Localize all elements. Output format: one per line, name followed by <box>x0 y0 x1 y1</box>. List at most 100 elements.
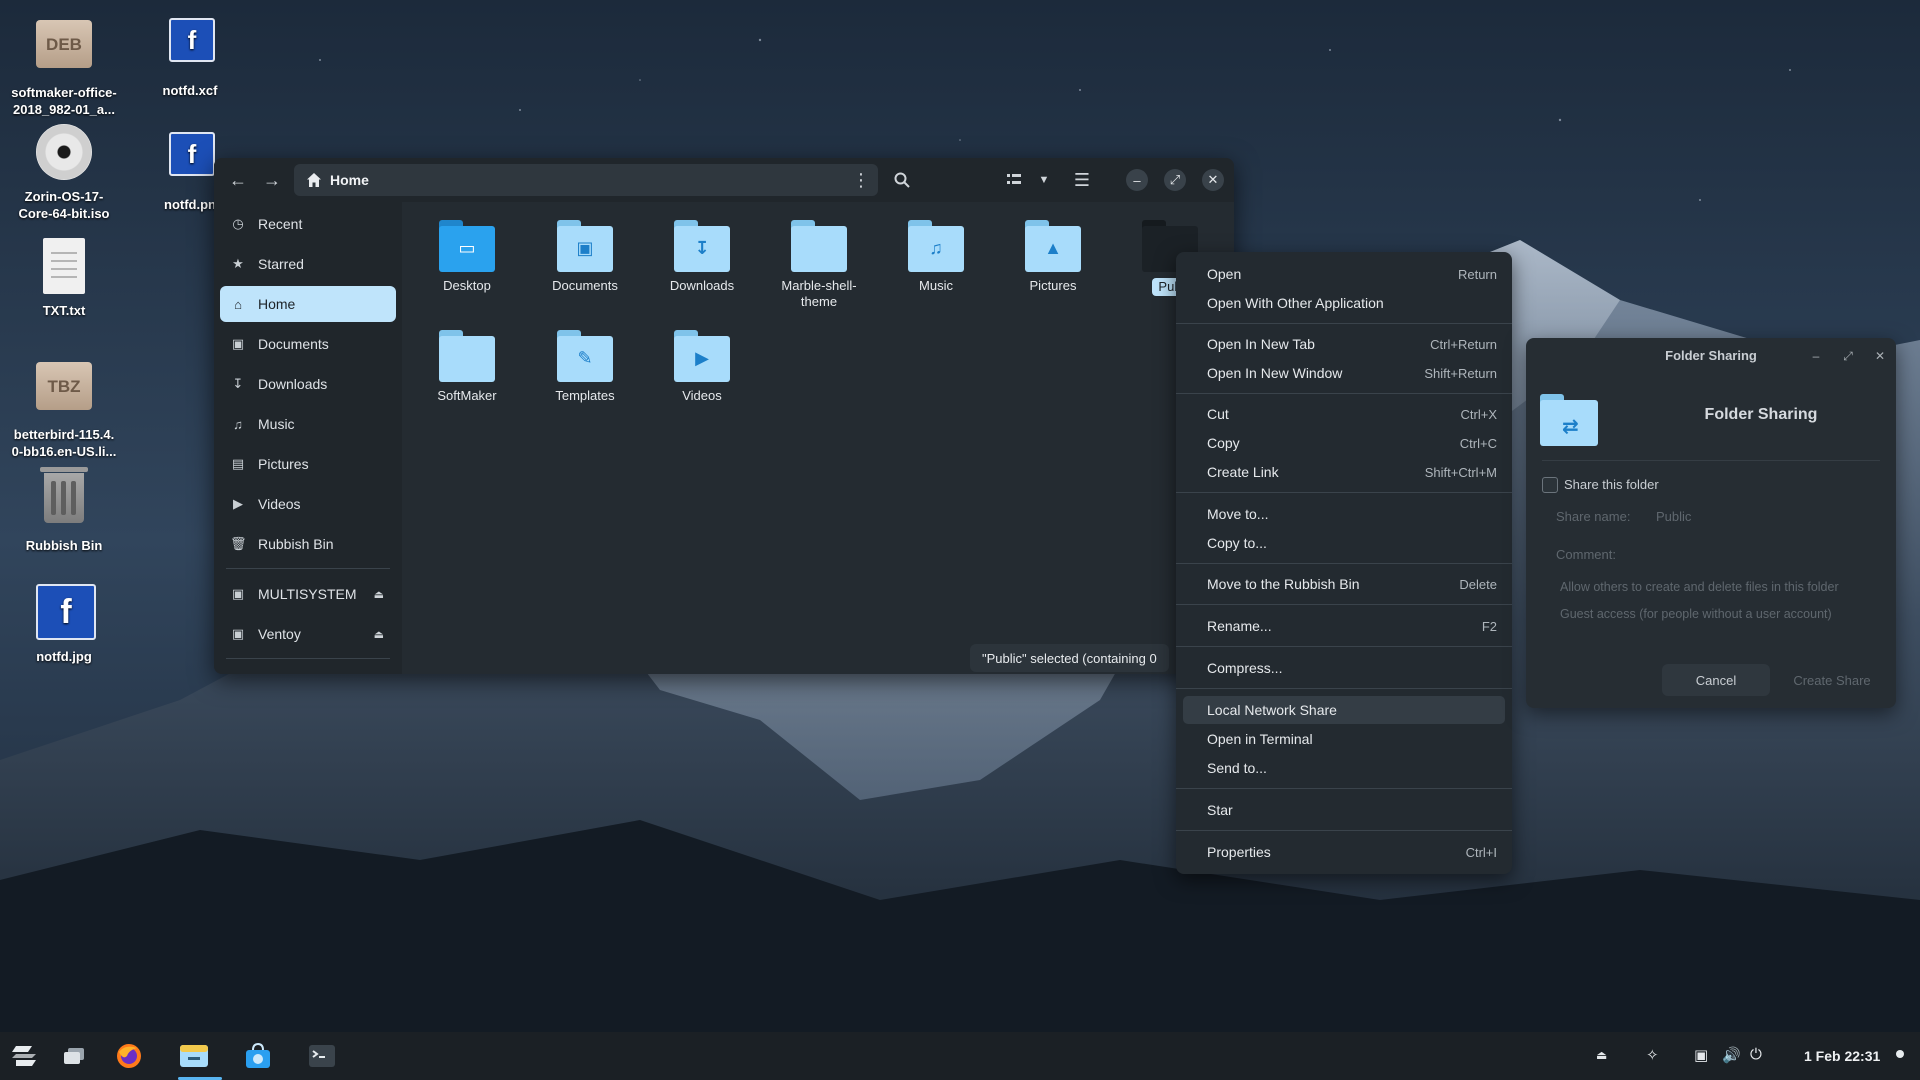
firefox-button[interactable] <box>113 1040 145 1072</box>
files-button[interactable] <box>178 1040 210 1072</box>
file-item-softmaker[interactable]: SoftMaker <box>412 330 522 404</box>
path-current-folder[interactable]: Home <box>330 172 369 188</box>
menu-item-copy[interactable]: Copy Ctrl+C <box>1183 429 1505 457</box>
maximize-button[interactable]: ⤢ <box>1164 169 1186 191</box>
search-button[interactable] <box>888 166 916 194</box>
menu-item-open-in-terminal[interactable]: Open in Terminal <box>1183 725 1505 753</box>
menu-item-local-network-share[interactable]: Local Network Share <box>1183 696 1505 724</box>
accessibility-icon[interactable]: ✧ <box>1646 1046 1659 1064</box>
menu-item-create-link[interactable]: Create Link Shift+Ctrl+M <box>1183 458 1505 486</box>
eject-icon[interactable]: ⏏ <box>374 588 384 601</box>
eject-tray-icon[interactable]: ⏏ <box>1596 1048 1607 1062</box>
back-button[interactable]: ← <box>224 166 252 194</box>
menu-separator <box>1176 788 1512 789</box>
menu-item-open-new-window[interactable]: Open In New Window Shift+Return <box>1183 359 1505 387</box>
file-item-desktop[interactable]: ▭ Desktop <box>412 220 522 294</box>
share-name-field[interactable]: Public <box>1656 509 1691 524</box>
file-item-music[interactable]: ♫ Music <box>881 220 991 294</box>
menu-item-open-new-tab[interactable]: Open In New Tab Ctrl+Return <box>1183 330 1505 358</box>
sidebar-item-label: Downloads <box>258 376 328 392</box>
menu-item-properties[interactable]: Properties Ctrl+I <box>1183 838 1505 866</box>
main-menu-button[interactable]: ☰ <box>1068 166 1096 194</box>
file-item-marble-shell-theme[interactable]: Marble-shell- theme <box>764 220 874 310</box>
file-item-videos[interactable]: ▶ Videos <box>647 330 757 404</box>
windows-overview-icon <box>64 1048 84 1064</box>
sidebar-item-pictures[interactable]: ▤ Pictures <box>220 446 396 482</box>
view-toggle-button[interactable] <box>1000 166 1028 194</box>
volume-icon[interactable]: 🔊 <box>1722 1046 1741 1064</box>
menu-item-label: Open <box>1207 266 1242 282</box>
menu-item-label: Move to... <box>1207 506 1269 522</box>
view-options-button[interactable]: ▼ <box>1030 166 1058 194</box>
menu-item-move-to[interactable]: Move to... <box>1183 500 1505 528</box>
drive-icon: ▣ <box>231 626 245 641</box>
png-image-icon: f <box>169 132 215 176</box>
share-folder-label: Share this folder <box>1564 477 1659 492</box>
create-share-button[interactable]: Create Share <box>1780 664 1884 696</box>
notification-dot-icon[interactable] <box>1896 1050 1904 1058</box>
menu-item-copy-to[interactable]: Copy to... <box>1183 529 1505 557</box>
file-item-pictures[interactable]: ▲ Pictures <box>998 220 1108 294</box>
close-button[interactable]: ✕ <box>1202 169 1224 191</box>
desktop-icon-label: notfd.jpg <box>36 649 92 664</box>
file-item-downloads[interactable]: ↧ Downloads <box>647 220 757 294</box>
download-icon: ↧ <box>232 376 244 391</box>
sidebar-item-rubbish-bin[interactable]: 🗑 Rubbish Bin <box>220 526 396 562</box>
sidebar-item-documents[interactable]: ▣ Documents <box>220 326 396 362</box>
dialog-maximize-button[interactable]: ⤢ <box>1838 346 1858 366</box>
dialog-minimize-button[interactable]: – <box>1806 346 1826 366</box>
minimize-button[interactable]: – <box>1126 169 1148 191</box>
clock[interactable]: 1 Feb 22:31 <box>1804 1048 1880 1064</box>
terminal-button[interactable] <box>306 1040 338 1072</box>
file-item-documents[interactable]: ▣ Documents <box>530 220 640 294</box>
comment-field[interactable] <box>1656 542 1876 566</box>
dialog-close-button[interactable]: ✕ <box>1870 346 1890 366</box>
sidebar-item-multisystem[interactable]: ▣ MULTISYSTEM ⏏ <box>220 576 396 612</box>
workspaces-button[interactable] <box>58 1040 90 1072</box>
software-store-button[interactable] <box>242 1040 274 1072</box>
sidebar-item-recent[interactable]: ◷ Recent <box>220 206 396 242</box>
desktop-icon-label: Rubbish Bin <box>25 538 103 553</box>
desktop-icon-softmaker-deb[interactable]: DEB softmaker-office- 2018_982-01_a... <box>4 14 124 118</box>
menu-item-rename[interactable]: Rename... F2 <box>1183 612 1505 640</box>
close-icon: ✕ <box>1207 172 1219 187</box>
sidebar-item-downloads[interactable]: ↧ Downloads <box>220 366 396 402</box>
documents-folder-icon: ▣ <box>557 220 613 272</box>
desktop-icon-notfd-xcf[interactable]: f notfd.xcf <box>130 14 250 99</box>
share-folder-checkbox[interactable] <box>1542 477 1558 493</box>
path-bar[interactable]: Home ⋮ <box>294 164 878 196</box>
terminal-icon <box>309 1045 335 1067</box>
desktop-icon-notfd-jpg[interactable]: f notfd.jpg <box>4 580 124 665</box>
menu-item-move-to-rubbish-bin[interactable]: Move to the Rubbish Bin Delete <box>1183 570 1505 598</box>
cancel-button[interactable]: Cancel <box>1662 664 1770 696</box>
network-wired-icon[interactable]: ▣ <box>1694 1046 1708 1064</box>
menu-item-open-with[interactable]: Open With Other Application <box>1183 289 1505 317</box>
power-icon[interactable]: ⏻ <box>1750 1046 1762 1063</box>
forward-button[interactable]: → <box>258 166 286 194</box>
menu-item-star[interactable]: Star <box>1183 796 1505 824</box>
file-grid: ▭ Desktop ▣ Documents ↧ Downloads Marble… <box>402 202 1234 674</box>
desktop-icon-zorin-iso[interactable]: Zorin-OS-17- Core-64-bit.iso <box>4 124 124 222</box>
eject-icon[interactable]: ⏏ <box>374 628 384 641</box>
sidebar-item-ventoy[interactable]: ▣ Ventoy ⏏ <box>220 616 396 652</box>
file-item-templates[interactable]: ✎ Templates <box>530 330 640 404</box>
menu-separator <box>1176 393 1512 394</box>
menu-item-label: Copy <box>1207 435 1240 451</box>
desktop-icon-rubbish-bin[interactable]: Rubbish Bin <box>4 467 124 554</box>
sidebar-item-music[interactable]: ♫ Music <box>220 406 396 442</box>
menu-item-compress[interactable]: Compress... <box>1183 654 1505 682</box>
allow-others-checkbox-label[interactable]: Allow others to create and delete files … <box>1560 580 1839 594</box>
sidebar-item-videos[interactable]: ▶ Videos <box>220 486 396 522</box>
desktop-icon-txt[interactable]: TXT.txt <box>4 238 124 319</box>
desktop-icon-betterbird[interactable]: TBZ betterbird-115.4. 0-bb16.en-US.li... <box>4 356 124 460</box>
sidebar-item-starred[interactable]: ★ Starred <box>220 246 396 282</box>
path-menu-icon[interactable]: ⋮ <box>852 170 870 191</box>
zorin-menu-button[interactable] <box>8 1040 40 1072</box>
guest-access-checkbox-label[interactable]: Guest access (for people without a user … <box>1560 607 1832 621</box>
sidebar-item-home[interactable]: ⌂ Home <box>220 286 396 322</box>
text-file-icon <box>43 238 85 294</box>
dialog-heading: Folder Sharing <box>1704 406 1818 423</box>
menu-item-cut[interactable]: Cut Ctrl+X <box>1183 400 1505 428</box>
menu-item-open[interactable]: Open Return <box>1183 260 1505 288</box>
menu-item-send-to[interactable]: Send to... <box>1183 754 1505 782</box>
